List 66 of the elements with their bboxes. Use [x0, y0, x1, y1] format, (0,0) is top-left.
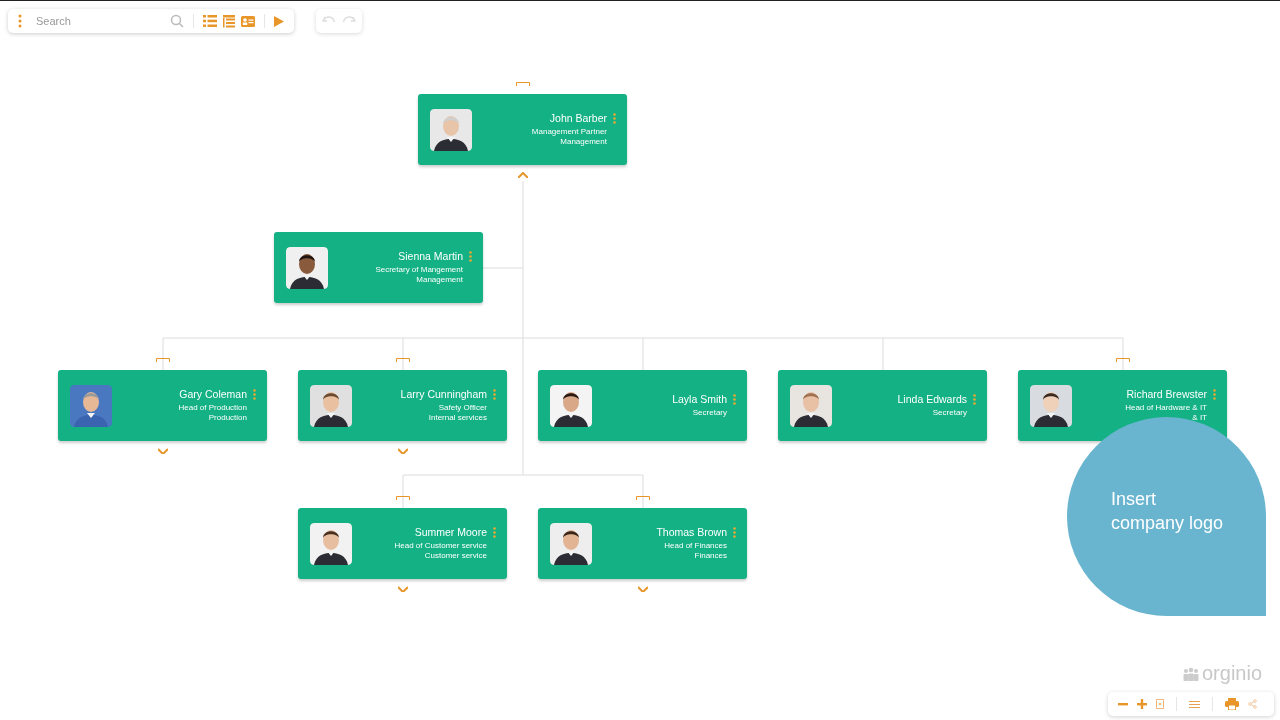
drop-marker-icon [1116, 358, 1130, 362]
drop-marker-icon [636, 496, 650, 500]
play-icon[interactable] [274, 15, 284, 27]
department: Finances [694, 551, 727, 561]
chevron-icon[interactable] [638, 586, 648, 592]
chevron-icon[interactable] [518, 172, 528, 178]
more-icon[interactable] [973, 393, 976, 405]
job-title: Head of Production [178, 403, 247, 413]
more-icon[interactable] [253, 388, 256, 400]
drop-marker-icon [396, 358, 410, 362]
department: Customer service [424, 551, 487, 561]
drop-marker-icon [396, 496, 410, 500]
print-icon[interactable] [1225, 698, 1239, 710]
job-title: Safety Officer [438, 403, 487, 413]
drop-marker-icon [156, 358, 170, 362]
more-icon[interactable] [493, 388, 496, 400]
person-name: Sienna Martin [398, 250, 463, 262]
person-card[interactable]: Gary Coleman Head of Production Production [58, 370, 267, 441]
department: Production [208, 413, 247, 423]
chevron-icon[interactable] [398, 586, 408, 592]
person-card[interactable]: Sienna Martin Secretary of Mangement Management [274, 232, 483, 303]
job-title: Head of Customer service [394, 541, 487, 551]
job-title: Management Partner [531, 127, 607, 137]
list-icon[interactable] [203, 15, 217, 27]
more-icon[interactable] [733, 526, 736, 538]
job-title: Head of Finances [664, 541, 727, 551]
person-name: Richard Brewster [1126, 388, 1207, 400]
department: Internal services [428, 413, 487, 423]
person-name: John Barber [549, 112, 607, 124]
chevron-icon[interactable] [398, 448, 408, 454]
person-name: Layla Smith [672, 393, 727, 405]
more-icon[interactable] [493, 526, 496, 538]
job-title: Secretary [932, 408, 967, 418]
person-name: Linda Edwards [897, 393, 967, 405]
menu-icon[interactable] [18, 14, 22, 28]
more-icon[interactable] [1213, 388, 1216, 400]
job-title: Secretary of Mangement [375, 265, 463, 275]
person-name: Larry Cunningham [400, 388, 487, 400]
more-icon[interactable] [733, 393, 736, 405]
settings-icon[interactable] [1189, 699, 1200, 709]
search-field[interactable]: Search [34, 14, 164, 28]
person-name: Summer Moore [414, 526, 487, 538]
people-logo-icon [1182, 666, 1200, 681]
more-icon[interactable] [613, 112, 616, 124]
person-card[interactable]: Linda Edwards Secretary [778, 370, 987, 441]
zoom-in-icon[interactable] [1137, 699, 1147, 709]
person-card[interactable]: John Barber Management Partner Management [418, 94, 627, 165]
search-icon[interactable] [170, 14, 184, 28]
more-icon[interactable] [469, 250, 472, 262]
drop-marker-icon [516, 82, 530, 86]
person-card[interactable]: Larry Cunningham Safety Officer Internal services [298, 370, 507, 441]
job-title: Head of Hardware & IT [1125, 403, 1207, 413]
share-icon[interactable] [1248, 699, 1257, 709]
job-title: Secretary [692, 408, 727, 418]
department: Management [416, 275, 463, 285]
contact-card-icon[interactable] [241, 15, 255, 27]
person-card[interactable]: Layla Smith Secretary [538, 370, 747, 441]
person-name: Gary Coleman [179, 388, 247, 400]
fit-screen-icon[interactable] [1156, 699, 1164, 709]
person-card[interactable]: Thomas Brown Head of Finances Finances [538, 508, 747, 579]
tree-list-icon[interactable] [223, 14, 235, 28]
department: Management [560, 137, 607, 147]
person-name: Thomas Brown [656, 526, 727, 538]
chevron-icon[interactable] [158, 448, 168, 454]
logo-placeholder-text: Insert company logo [1111, 487, 1224, 535]
person-card[interactable]: Summer Moore Head of Customer service Customer service [298, 508, 507, 579]
